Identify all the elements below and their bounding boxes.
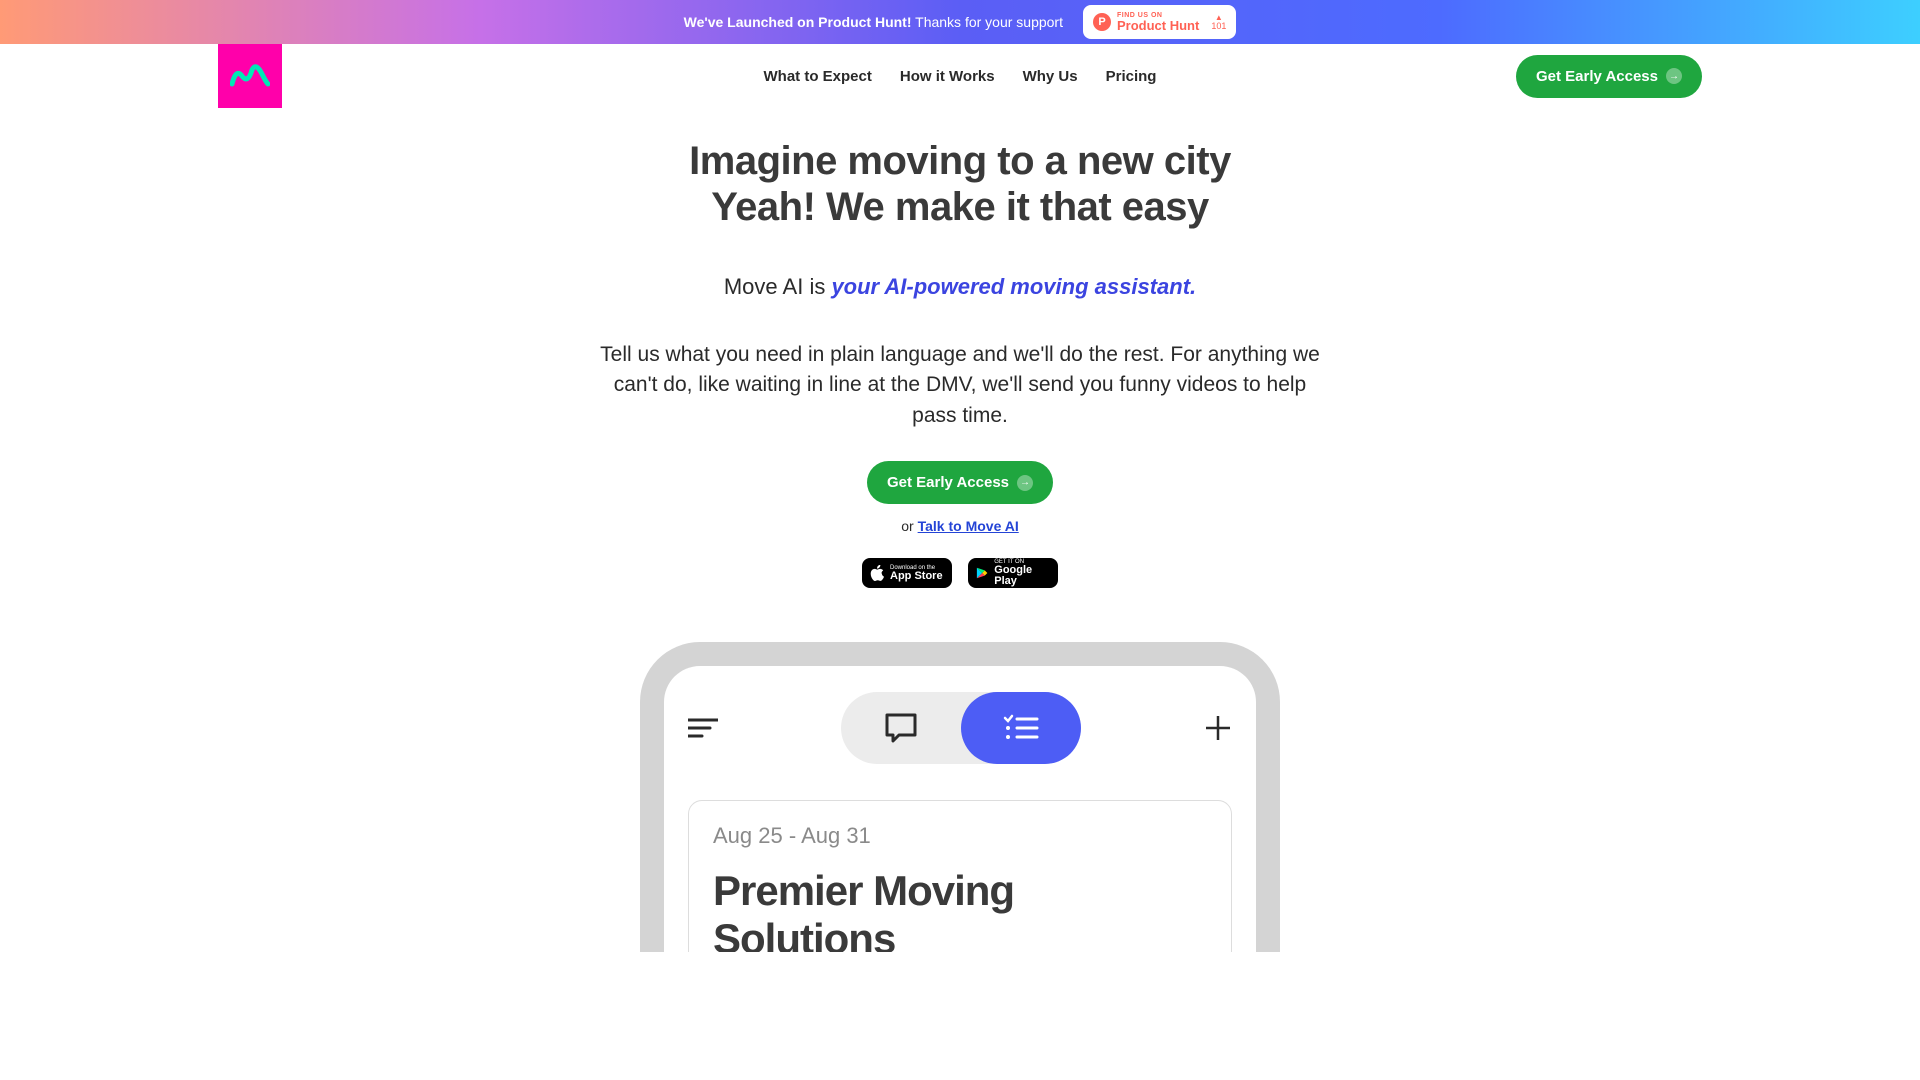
view-toggle bbox=[841, 692, 1081, 764]
store-badges: Download on the App Store GET IT ON Goog… bbox=[0, 558, 1920, 588]
nav-what-to-expect[interactable]: What to Expect bbox=[764, 68, 872, 85]
chat-view-toggle[interactable] bbox=[841, 692, 961, 764]
product-hunt-icon: P bbox=[1093, 13, 1111, 31]
subhead-highlight: your AI-powered moving assistant. bbox=[831, 274, 1196, 299]
announcement-banner: We've Launched on Product Hunt! Thanks f… bbox=[0, 0, 1920, 44]
phone-top-bar bbox=[664, 666, 1256, 764]
hero-description: Tell us what you need in plain language … bbox=[600, 340, 1320, 431]
nav-pricing[interactable]: Pricing bbox=[1106, 68, 1157, 85]
hero-subhead: Move AI is your AI-powered moving assist… bbox=[0, 274, 1920, 300]
product-hunt-badge[interactable]: P FIND US ON Product Hunt ▲ 101 bbox=[1083, 5, 1236, 39]
apple-icon bbox=[870, 565, 884, 581]
app-store-big: App Store bbox=[890, 571, 943, 582]
arrow-right-icon: → bbox=[1666, 68, 1682, 84]
banner-text-bold: We've Launched on Product Hunt! bbox=[684, 14, 912, 30]
logo-icon bbox=[230, 64, 270, 88]
card-date-range: Aug 25 - Aug 31 bbox=[713, 823, 1207, 849]
subhead-prefix: Move AI is bbox=[724, 274, 832, 299]
list-view-toggle[interactable] bbox=[961, 692, 1081, 764]
banner-text: We've Launched on Product Hunt! Thanks f… bbox=[684, 14, 1063, 30]
app-store-text: Download on the App Store bbox=[890, 565, 943, 582]
hero-headline: Imagine moving to a new city Yeah! We ma… bbox=[0, 138, 1920, 230]
upvote-count: 101 bbox=[1211, 22, 1226, 31]
card-title: Premier Moving Solutions bbox=[713, 867, 1207, 952]
product-hunt-text: FIND US ON Product Hunt bbox=[1117, 12, 1199, 32]
product-hunt-name: Product Hunt bbox=[1117, 19, 1199, 32]
headline-line1: Imagine moving to a new city bbox=[689, 139, 1231, 183]
google-play-big: Google Play bbox=[994, 565, 1050, 587]
hero-section: Imagine moving to a new city Yeah! We ma… bbox=[0, 108, 1920, 952]
phone-mockup: Aug 25 - Aug 31 Premier Moving Solutions… bbox=[640, 642, 1280, 952]
hero-or-line: or Talk to Move AI bbox=[0, 518, 1920, 534]
chat-icon bbox=[883, 711, 919, 745]
google-play-text: GET IT ON Google Play bbox=[994, 559, 1050, 587]
site-header: What to Expect How it Works Why Us Prici… bbox=[0, 44, 1920, 108]
header-cta-label: Get Early Access bbox=[1536, 68, 1658, 85]
banner-text-rest: Thanks for your support bbox=[915, 14, 1063, 30]
checklist-icon bbox=[1003, 714, 1039, 742]
main-nav: What to Expect How it Works Why Us Prici… bbox=[764, 68, 1157, 85]
hero-cta-button[interactable]: Get Early Access → bbox=[867, 461, 1053, 504]
hamburger-icon[interactable] bbox=[688, 717, 718, 739]
nav-why-us[interactable]: Why Us bbox=[1023, 68, 1078, 85]
hero-cta-label: Get Early Access bbox=[887, 474, 1009, 491]
product-hunt-upvotes: ▲ 101 bbox=[1211, 14, 1226, 31]
google-play-icon bbox=[976, 566, 988, 580]
nav-how-it-works[interactable]: How it Works bbox=[900, 68, 995, 85]
plus-icon[interactable] bbox=[1204, 714, 1232, 742]
task-card[interactable]: Aug 25 - Aug 31 Premier Moving Solutions… bbox=[688, 800, 1232, 952]
header-cta-button[interactable]: Get Early Access → bbox=[1516, 55, 1702, 98]
arrow-right-icon: → bbox=[1017, 475, 1033, 491]
headline-line2: Yeah! We make it that easy bbox=[711, 185, 1209, 229]
or-text: or bbox=[901, 518, 917, 534]
app-store-badge[interactable]: Download on the App Store bbox=[862, 558, 952, 588]
google-play-badge[interactable]: GET IT ON Google Play bbox=[968, 558, 1058, 588]
logo[interactable] bbox=[218, 44, 282, 108]
talk-to-move-ai-link[interactable]: Talk to Move AI bbox=[918, 518, 1019, 534]
